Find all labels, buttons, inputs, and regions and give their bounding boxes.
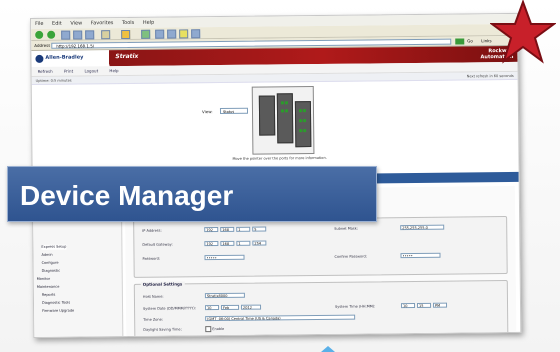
nav-item-admin[interactable]: Admin — [41, 253, 52, 258]
gateway-octet-4[interactable]: 254 — [252, 240, 267, 246]
back-icon[interactable] — [35, 30, 44, 39]
allen-bradley-logo-text: Allen-Bradley — [45, 54, 84, 61]
uptime-text: Uptime: 0:5 minutes — [35, 78, 72, 83]
nav-item-diagnostic[interactable]: Diagnostic — [42, 269, 61, 274]
system-date-label: System Date (DD/MMM/YYYY): — [143, 306, 196, 311]
search-icon[interactable] — [101, 30, 111, 40]
optional-settings-title: Optional Settings — [140, 281, 185, 287]
gateway-octet-2[interactable]: 168 — [220, 240, 235, 247]
favorites-icon[interactable] — [121, 29, 131, 40]
ip-octet-1[interactable]: 192 — [204, 227, 219, 233]
dst-label: Daylight Saving Time: — [143, 327, 182, 332]
dst-enable-label: Enable — [212, 326, 225, 332]
port-icon[interactable] — [280, 101, 284, 105]
port-icon[interactable] — [280, 109, 285, 113]
confirm-password-input[interactable]: ••••• — [400, 252, 441, 259]
date-year-select[interactable]: 2012 — [241, 304, 262, 310]
password-input[interactable]: ••••• — [204, 254, 245, 261]
nav-item-monitor[interactable]: Monitor — [37, 277, 50, 282]
view-select[interactable]: Status — [219, 107, 249, 115]
nav-item-firmware-upgrade[interactable]: Firmware Upgrade — [42, 309, 74, 314]
optional-settings-group: Optional Settings Host Name: Stratix8000… — [133, 280, 509, 338]
folder-icon[interactable] — [179, 29, 189, 39]
subnet-label: Subnet Mask: — [334, 226, 358, 231]
ip-octet-3[interactable]: 1 — [236, 226, 251, 232]
nav-item-configure[interactable]: Configure — [42, 261, 59, 266]
menu-file[interactable]: File — [35, 21, 43, 27]
port-icon[interactable] — [302, 109, 307, 113]
history-icon[interactable] — [141, 29, 151, 39]
time-zone-select[interactable]: (GMT -06:00) Central Time (US & Canada) — [205, 314, 356, 322]
refresh-icon[interactable] — [73, 30, 83, 40]
device-hint-text: Move the pointer over the ports for more… — [232, 155, 327, 161]
forward-icon[interactable] — [47, 30, 56, 39]
ip-label: IP Address: — [142, 228, 162, 233]
ip-octet-2[interactable]: 168 — [220, 226, 235, 233]
gateway-octet-1[interactable]: 192 — [204, 241, 219, 247]
host-name-input[interactable]: Stratix8000 — [204, 292, 245, 299]
port-icon[interactable] — [299, 129, 303, 133]
network-settings-group: IP Address: 192 168 1 5 Subnet Mask: 255… — [133, 216, 508, 278]
switch-module-left — [258, 95, 276, 136]
subnet-select[interactable]: 255.255.255.0 — [400, 224, 445, 231]
switch-device-image — [251, 86, 315, 155]
star-icon — [490, 0, 556, 64]
dst-checkbox[interactable] — [205, 326, 212, 333]
nav-item-reports[interactable]: Reports — [42, 293, 55, 298]
host-name-label: Host Name: — [142, 294, 164, 299]
refresh-countdown-text: Next refresh in 60 seconds — [466, 73, 514, 79]
pointer-triangle-icon — [321, 346, 335, 352]
time-zone-label: Time Zone: — [143, 317, 163, 322]
product-name: Stratix — [115, 52, 139, 61]
mail-icon[interactable] — [155, 29, 165, 39]
menu-tools[interactable]: Tools — [122, 20, 134, 26]
time-ampm-select[interactable]: PM — [433, 302, 448, 308]
go-label[interactable]: Go — [467, 36, 473, 46]
gateway-label: Default Gateway: — [142, 242, 173, 247]
address-label: Address — [34, 42, 51, 48]
switch-module-right — [294, 101, 312, 148]
date-month-select[interactable]: Feb — [221, 304, 240, 311]
print-button[interactable]: Print — [64, 69, 73, 74]
menu-view[interactable]: View — [70, 20, 82, 26]
port-icon[interactable] — [284, 101, 288, 105]
port-icon[interactable] — [303, 129, 307, 133]
slide: File Edit View Favorites Tools Help Addr… — [0, 0, 560, 352]
print-icon[interactable] — [167, 29, 177, 39]
stop-icon[interactable] — [61, 30, 71, 40]
menu-help[interactable]: Help — [143, 20, 154, 26]
gateway-octet-3[interactable]: 1 — [236, 240, 251, 246]
date-day-select[interactable]: 10 — [205, 305, 220, 311]
slide-title: Device Manager — [20, 180, 234, 211]
allen-bradley-logo-icon — [35, 54, 44, 63]
refresh-button[interactable]: Refresh — [38, 69, 53, 74]
port-icon[interactable] — [299, 119, 303, 123]
nav-item-maintenance[interactable]: Maintenance — [37, 285, 60, 290]
port-icon[interactable] — [298, 109, 303, 113]
menu-edit[interactable]: Edit — [52, 21, 62, 27]
port-icon[interactable] — [284, 109, 289, 113]
port-icon[interactable] — [303, 119, 307, 123]
nav-item-diagnostic-tools[interactable]: Diagnostic Tools — [42, 301, 70, 306]
ip-octet-4[interactable]: 5 — [252, 226, 267, 232]
view-label: View: — [201, 109, 213, 115]
logout-button[interactable]: Logout — [84, 68, 98, 73]
time-minute-select[interactable]: 15 — [417, 302, 432, 308]
go-button-icon[interactable] — [455, 38, 465, 45]
help-button[interactable]: Help — [109, 68, 118, 73]
confirm-password-label: Confirm Password: — [334, 254, 367, 259]
home-icon[interactable] — [85, 30, 95, 40]
password-label: Password: — [142, 256, 161, 261]
messenger-icon[interactable] — [191, 29, 201, 39]
menu-favorites[interactable]: Favorites — [91, 20, 114, 26]
system-time-label: System Time (HH:MM): — [335, 304, 376, 309]
nav-item-express-setup[interactable]: Express Setup — [41, 244, 67, 250]
time-hour-select[interactable]: 10 — [401, 302, 416, 309]
